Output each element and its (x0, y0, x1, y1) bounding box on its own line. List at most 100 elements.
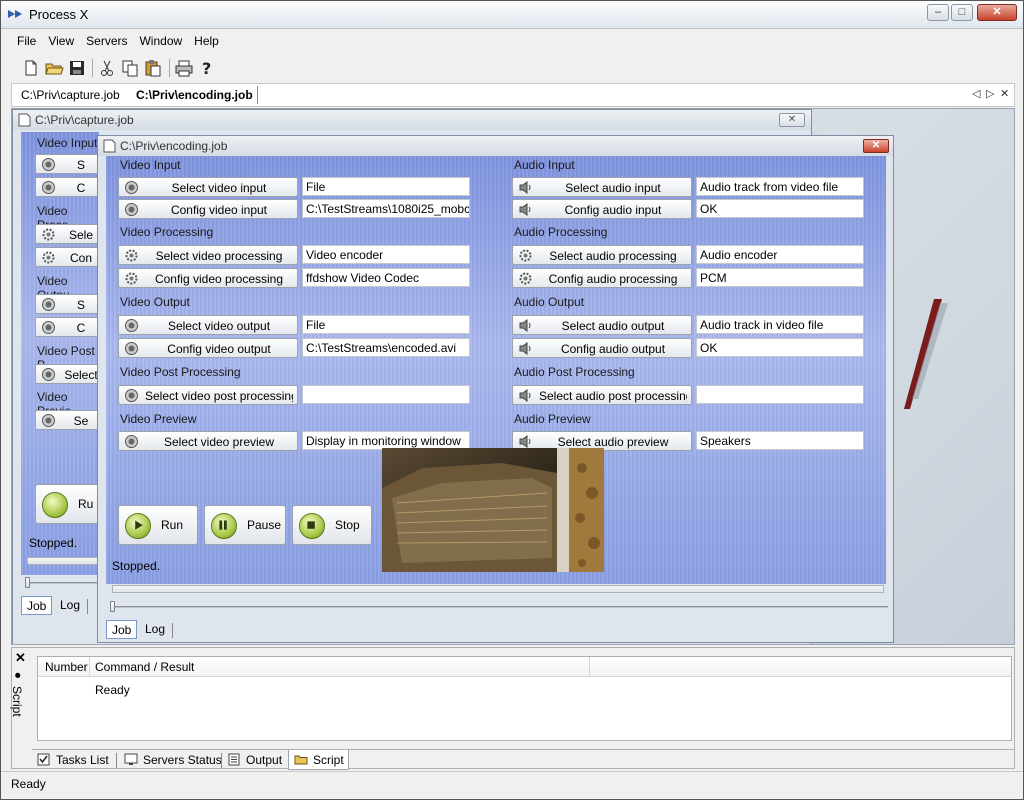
select-video-output-button[interactable]: Select video output (118, 315, 298, 335)
capture-select-video-preview-button[interactable]: Se (35, 410, 105, 430)
document-icon (18, 113, 31, 127)
speaker-icon (518, 341, 533, 356)
tab-encoding-job[interactable]: C:\Priv\encoding.job (136, 88, 253, 102)
select-audio-input-button[interactable]: Select audio input (512, 177, 692, 197)
encoding-seek-slider[interactable] (110, 606, 888, 608)
select-audio-processing-button[interactable]: Select audio processing (512, 245, 692, 265)
encoding-tab-job[interactable]: Job (106, 620, 138, 639)
capture-seek-slider[interactable] (25, 582, 99, 584)
encoding-tab-log[interactable]: Log (140, 620, 170, 639)
stop-button[interactable]: Stop (292, 505, 372, 545)
speaker-icon (518, 318, 533, 333)
tab-close-icon[interactable]: ✕ (1000, 87, 1009, 100)
section-video-output: Video Output (120, 295, 190, 309)
background-logo-icon (904, 299, 948, 409)
capture-select-video-post-button[interactable]: Select (35, 364, 105, 384)
menu-help[interactable]: Help (188, 31, 225, 48)
save-icon[interactable] (67, 58, 87, 78)
select-audio-output-button[interactable]: Select audio output (512, 315, 692, 335)
tab-servers-status[interactable]: Servers Status (119, 750, 226, 770)
capture-run-button[interactable]: Ru (35, 484, 105, 524)
svg-text:?: ? (202, 59, 211, 78)
tab-output[interactable]: Output (222, 750, 286, 770)
config-audio-processing-button[interactable]: Config audio processing (512, 268, 692, 288)
video-preview-image (382, 448, 604, 572)
capture-window-titlebar: C:\Priv\capture.job ✕ (13, 110, 811, 130)
cut-icon[interactable] (97, 58, 117, 78)
config-video-input-button[interactable]: Config video input (118, 199, 298, 219)
document-icon (103, 139, 116, 153)
tab-script[interactable]: Script (288, 750, 349, 770)
tab-capture-job[interactable]: C:\Priv\capture.job (21, 88, 120, 102)
select-audio-post-processing-button[interactable]: Select audio post processing (512, 385, 692, 405)
speaker-icon (518, 388, 533, 403)
section-video-input: Video Input (120, 158, 181, 172)
select-video-processing-button[interactable]: Select video processing (118, 245, 298, 265)
bottom-tab-separator (116, 753, 117, 768)
config-audio-output-button[interactable]: Config audio output (512, 338, 692, 358)
maximize-button[interactable]: □ (951, 4, 973, 21)
config-audio-input-button[interactable]: Config audio input (512, 199, 692, 219)
encoding-window-titlebar: C:\Priv\encoding.job ✕ (98, 136, 893, 156)
column-command-result[interactable]: Command / Result (95, 660, 194, 674)
run-button[interactable]: Run (118, 505, 198, 545)
capture-config-video-processing-button[interactable]: Con (35, 247, 105, 267)
close-button[interactable]: ✕ (977, 4, 1017, 21)
video-post-processing-value (302, 385, 470, 404)
camera-icon (41, 157, 56, 172)
column-number[interactable]: Number (45, 660, 88, 674)
config-video-processing-button[interactable]: Config video processing (118, 268, 298, 288)
capture-select-video-input-button[interactable]: S (35, 154, 105, 174)
camera-icon (41, 413, 56, 428)
select-video-post-processing-button[interactable]: Select video post processing (118, 385, 298, 405)
menu-view[interactable]: View (42, 31, 80, 48)
open-folder-icon[interactable] (44, 58, 64, 78)
capture-tab-log[interactable]: Log (55, 596, 85, 615)
document-tabs: C:\Priv\capture.job C:\Priv\encoding.job… (11, 83, 1015, 107)
capture-config-video-output-button[interactable]: C (35, 317, 105, 337)
camera-icon (124, 318, 139, 333)
close-panel-icon[interactable]: ✕ (15, 650, 26, 666)
pause-button[interactable]: Pause (204, 505, 286, 545)
audio-processing-value: Audio encoder (696, 245, 864, 264)
menu-bar: File View Servers Window Help (11, 31, 1015, 53)
capture-tab-job[interactable]: Job (21, 596, 53, 615)
capture-seek-thumb[interactable] (25, 577, 30, 588)
tab-scroll-right-icon[interactable]: ▷ (986, 87, 994, 100)
help-icon[interactable]: ? (197, 58, 217, 78)
menu-servers[interactable]: Servers (80, 31, 133, 48)
camera-icon (124, 388, 139, 403)
tab-tasks-list[interactable]: Tasks List (32, 750, 113, 770)
select-video-input-button[interactable]: Select video input (118, 177, 298, 197)
document-list-icon (227, 753, 241, 766)
encoding-window-close-button[interactable]: ✕ (863, 139, 889, 153)
new-file-icon[interactable] (21, 58, 41, 78)
section-audio-input: Audio Input (514, 158, 575, 172)
capture-select-video-processing-button[interactable]: Sele (35, 224, 105, 244)
monitor-icon (124, 753, 138, 766)
gear-icon (41, 227, 56, 242)
section-audio-post-processing: Audio Post Processing (514, 365, 635, 379)
copy-icon[interactable] (120, 58, 140, 78)
config-video-output-button[interactable]: Config video output (118, 338, 298, 358)
menu-window[interactable]: Window (133, 31, 188, 48)
audio-processing-config-value: PCM (696, 268, 864, 287)
encoding-window-title: C:\Priv\encoding.job (120, 139, 228, 153)
column-divider[interactable] (89, 657, 90, 677)
encoding-seek-thumb[interactable] (110, 601, 115, 612)
script-panel: ✕ ⏺ Script Number Command / Result Ready… (10, 647, 1015, 770)
encoding-status-text: Stopped. (112, 559, 161, 573)
pin-icon[interactable]: ⏺ (15, 670, 21, 683)
capture-window-close-button[interactable]: ✕ (779, 113, 805, 127)
video-output-config-value: C:\TestStreams\encoded.avi (302, 338, 470, 357)
select-video-preview-button[interactable]: Select video preview (118, 431, 298, 451)
paste-icon[interactable] (143, 58, 163, 78)
capture-select-video-output-button[interactable]: S (35, 294, 105, 314)
capture-config-video-input-button[interactable]: C (35, 177, 105, 197)
tab-scroll-left-icon[interactable]: ◁ (972, 87, 980, 100)
column-divider[interactable] (589, 657, 590, 677)
minimize-button[interactable]: – (927, 4, 949, 21)
menu-file[interactable]: File (11, 31, 42, 48)
speaker-icon (518, 180, 533, 195)
print-icon[interactable] (174, 58, 194, 78)
